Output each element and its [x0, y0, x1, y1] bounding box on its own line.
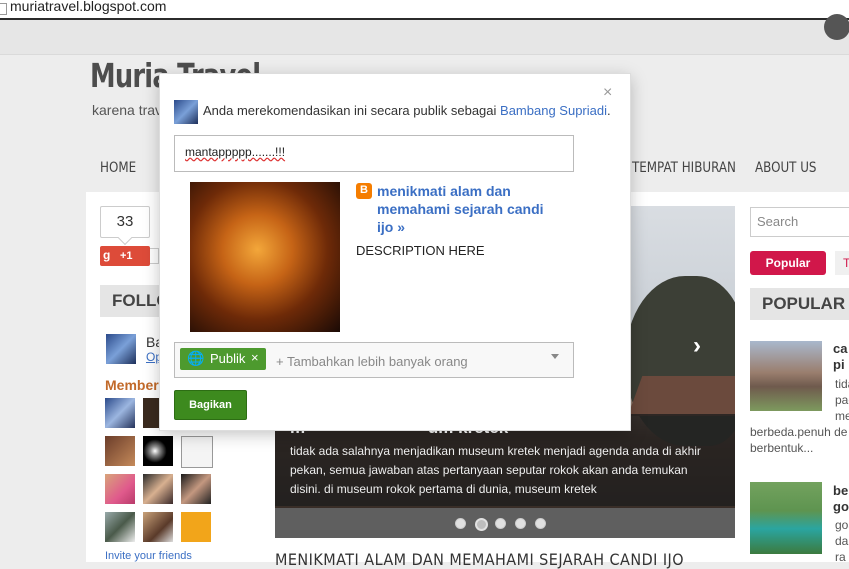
- audience-chip-label: Publik: [210, 351, 246, 366]
- remove-chip-icon[interactable]: ×: [251, 350, 259, 365]
- tab-second[interactable]: T: [835, 251, 849, 275]
- popular-snippet: tida: [835, 377, 849, 391]
- popular-thumbnail[interactable]: [750, 341, 822, 411]
- comment-input[interactable]: mantappppp.......!!!: [174, 135, 574, 172]
- member-avatar[interactable]: [143, 436, 173, 466]
- member-avatar[interactable]: [143, 512, 173, 542]
- popular-snippet: goa: [835, 518, 849, 532]
- share-notice: Anda merekomendasikan ini secara publik …: [203, 103, 611, 118]
- popular-snippet: dar: [835, 534, 849, 548]
- popular-title-line[interactable]: ca: [833, 341, 847, 356]
- member-avatar[interactable]: [143, 398, 159, 428]
- url-text[interactable]: muriatravel.blogspot.com: [10, 0, 166, 14]
- slider-dot[interactable]: [455, 518, 466, 529]
- member-avatar[interactable]: [181, 512, 211, 542]
- member-avatar[interactable]: [105, 474, 135, 504]
- nav-about-us[interactable]: ABOUT US: [755, 160, 816, 176]
- blogger-icon: B: [356, 183, 372, 199]
- popular-snippet: berbeda.penuh de: [750, 425, 848, 439]
- slider-dot[interactable]: [515, 518, 526, 529]
- audience-chip-public[interactable]: 🌐 Publik ×: [180, 348, 266, 370]
- url-bar[interactable]: muriatravel.blogspot.com: [0, 0, 849, 20]
- share-notice-end: .: [607, 103, 611, 118]
- followers-heading: FOLLO: [100, 285, 170, 317]
- profile-link[interactable]: Bambang Supriadi: [500, 103, 607, 118]
- link-preview-title[interactable]: menikmati alam dan memahami sejarah cand…: [377, 182, 557, 236]
- slide-image-roof: [627, 376, 735, 416]
- plusone-label: +1: [120, 250, 133, 262]
- member-avatar[interactable]: [181, 436, 213, 468]
- plusone-button[interactable]: g +1: [100, 246, 150, 266]
- globe-icon: 🌐: [187, 350, 205, 366]
- search-placeholder: Search: [757, 214, 799, 229]
- member-avatar[interactable]: [143, 474, 173, 504]
- popular-snippet: pac: [835, 393, 849, 407]
- popular-thumbnail[interactable]: [750, 482, 822, 554]
- blogger-glyph: B: [360, 184, 368, 196]
- avatar: [174, 100, 198, 124]
- popular-snippet: me: [835, 409, 849, 423]
- nav-home[interactable]: HOME: [100, 160, 136, 176]
- members-label: Members: [105, 377, 167, 393]
- popular-title-line[interactable]: be: [833, 483, 848, 498]
- slider-next-icon[interactable]: ›: [693, 332, 701, 360]
- member-avatar[interactable]: [105, 398, 135, 428]
- invite-friends-link[interactable]: Invite your friends: [105, 550, 192, 562]
- popular-title-line[interactable]: go: [833, 499, 849, 514]
- avatar[interactable]: [106, 334, 136, 364]
- link-preview-image: [190, 182, 340, 332]
- slider-dot[interactable]: [495, 518, 506, 529]
- slider-dot-active[interactable]: [475, 518, 488, 531]
- tab-popular[interactable]: Popular: [750, 251, 826, 275]
- member-avatar[interactable]: [105, 512, 135, 542]
- popular-heading: POPULAR P: [750, 288, 849, 320]
- post-title[interactable]: MENIKMATI ALAM DAN MEMAHAMI SEJARAH CAND…: [275, 550, 684, 569]
- plusone-annotation: [150, 248, 159, 264]
- share-notice-text: Anda merekomendasikan ini secara publik …: [203, 103, 497, 118]
- popular-title-line[interactable]: pi: [833, 357, 845, 372]
- popular-snippet: berbentuk...: [750, 441, 814, 455]
- search-input[interactable]: Search: [750, 207, 849, 237]
- comment-text: mantappppp.......!!!: [185, 145, 286, 159]
- add-people-input[interactable]: + Tambahkan lebih banyak orang: [276, 354, 468, 369]
- slide-text: tidak ada salahnya menjadikan museum kre…: [290, 444, 701, 496]
- blog-tagline: karena trav: [92, 102, 163, 118]
- plusone-count: 33: [100, 206, 150, 238]
- corner-icon[interactable]: [824, 14, 849, 40]
- tab-second-label: T: [843, 256, 849, 270]
- nav-tempat-hiburan[interactable]: TEMPAT HIBURAN: [632, 160, 736, 176]
- share-button[interactable]: Bagikan: [174, 390, 247, 420]
- popular-heading-text: POPULAR P: [762, 294, 849, 313]
- link-preview-description: DESCRIPTION HERE: [356, 243, 485, 258]
- page-icon: [0, 3, 7, 15]
- slider-dot[interactable]: [535, 518, 546, 529]
- member-avatar[interactable]: [105, 436, 135, 466]
- blogger-navbar: [0, 20, 849, 55]
- close-icon[interactable]: ×: [603, 84, 612, 102]
- dropdown-caret-icon[interactable]: [551, 354, 559, 359]
- gplus-icon: g: [103, 248, 111, 262]
- member-avatar[interactable]: [181, 474, 211, 504]
